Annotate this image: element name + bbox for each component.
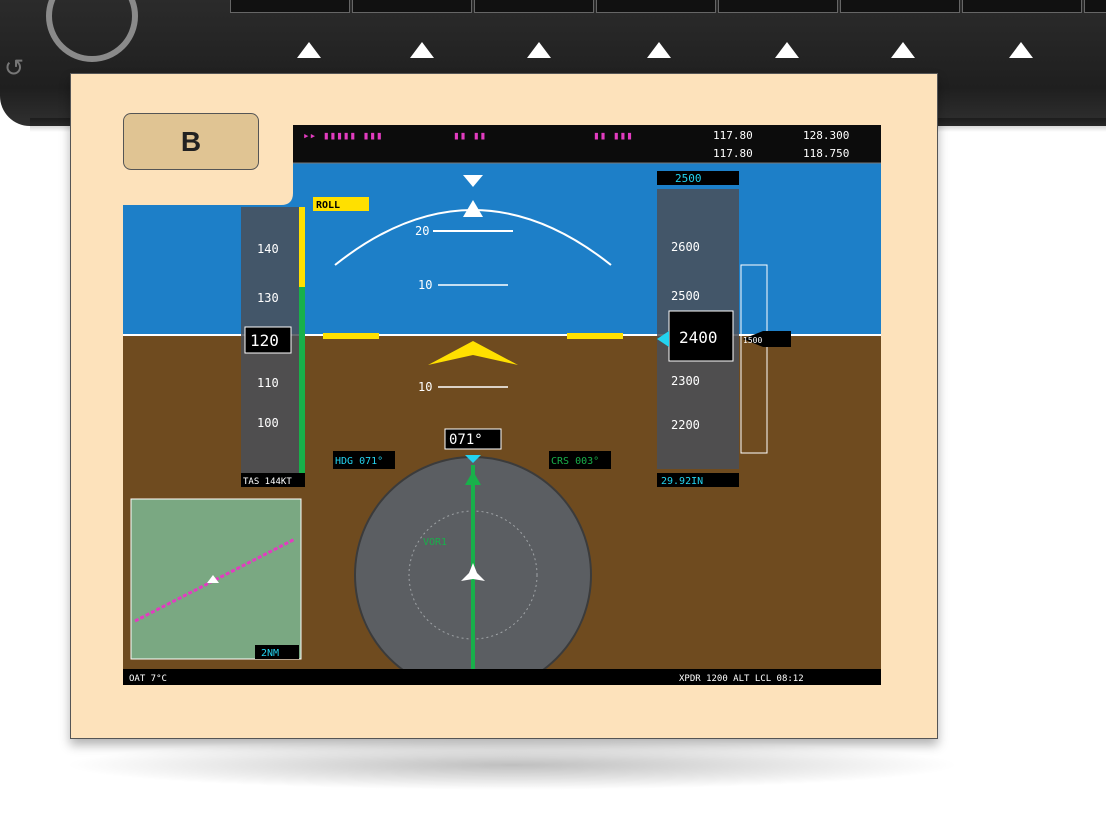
airspeed-green-band [299,287,305,487]
nav2-standby[interactable]: 117.80 [713,147,753,160]
airspeed-readout: 120 [250,331,279,350]
softkey-arrow-icon [1009,42,1033,58]
softkey-arrow-icon [647,42,671,58]
airspeed-tick-110: 110 [257,376,279,390]
oat-text: OAT 7°C [129,674,167,684]
airspeed-tick-140: 140 [257,242,279,256]
selected-altitude[interactable]: 2500 [675,172,702,185]
stage: ↺ ▸▸ ▮▮▮▮▮ ▮▮▮ ▮▮ ▮▮ ▮▮ ▮▮▮ 117.80 117.8… [0,0,1106,819]
panel-shadow [62,740,962,790]
softkey-8[interactable] [1084,0,1106,13]
com1-freq[interactable]: 128.300 [803,129,849,142]
altitude-tick-2200: 2200 [671,418,700,432]
softkey-5[interactable] [718,0,838,13]
active-waypoint-text: ▸▸ ▮▮▮▮▮ ▮▮▮ [303,129,382,142]
pitch-label-10: 10 [418,278,432,292]
ete-text: ▮▮ ▮▮▮ [593,129,633,142]
softkey-7[interactable] [962,0,1082,13]
com2-freq[interactable]: 118.750 [803,147,849,160]
softkey-2[interactable] [352,0,472,13]
map-range[interactable]: 2NM [261,648,279,659]
softkey-6[interactable] [840,0,960,13]
left-wing-bar [323,333,379,339]
softkey-3[interactable] [474,0,594,13]
softkey-1[interactable] [230,0,350,13]
altitude-tick-2500: 2500 [671,289,700,303]
inset-map: 2NM [130,498,302,660]
callout-label-b: B [123,113,259,170]
softkey-arrow-icon [775,42,799,58]
heading-readout: 071° [449,432,483,448]
softkey-4[interactable] [596,0,716,13]
xpdr-text: XPDR 1200 ALT LCL 08:12 [679,674,804,684]
pitch-label-neg10: 10 [418,380,432,394]
softkey-arrow-icon [891,42,915,58]
pfd-screen: ▸▸ ▮▮▮▮▮ ▮▮▮ ▮▮ ▮▮ ▮▮ ▮▮▮ 117.80 117.80 … [123,125,881,685]
vsi-bug-text: 1500 [743,336,762,345]
airspeed-tick-130: 130 [257,291,279,305]
softkey-arrow-icon [297,42,321,58]
right-wing-bar [567,333,623,339]
softkey-arrow-icon [527,42,551,58]
ap-status-text: ROLL [316,200,340,211]
course-source: VOR1 [423,537,447,548]
pitch-label-20: 20 [415,224,429,238]
tas-text: TAS 144KT [243,477,292,487]
airspeed-tick-100: 100 [257,416,279,430]
softkey-arrow-icon [410,42,434,58]
airspeed-yellow-band [299,207,305,287]
airspeed-tape: 140 130 110 100 120 TAS 144KT [241,207,305,487]
crs-select[interactable]: CRS 003° [551,456,599,467]
distance-text: ▮▮ ▮▮ [453,129,486,142]
altitude-readout: 2400 [679,328,718,347]
baro-setting[interactable]: 29.92IN [661,476,703,487]
nav1-standby[interactable]: 117.80 [713,129,753,142]
hdg-select[interactable]: HDG 071° [335,456,383,467]
altitude-tick-2300: 2300 [671,374,700,388]
altitude-tick-2600: 2600 [671,240,700,254]
knob-rotate-icon: ↺ [4,54,25,82]
bezel-knob[interactable] [46,0,138,62]
